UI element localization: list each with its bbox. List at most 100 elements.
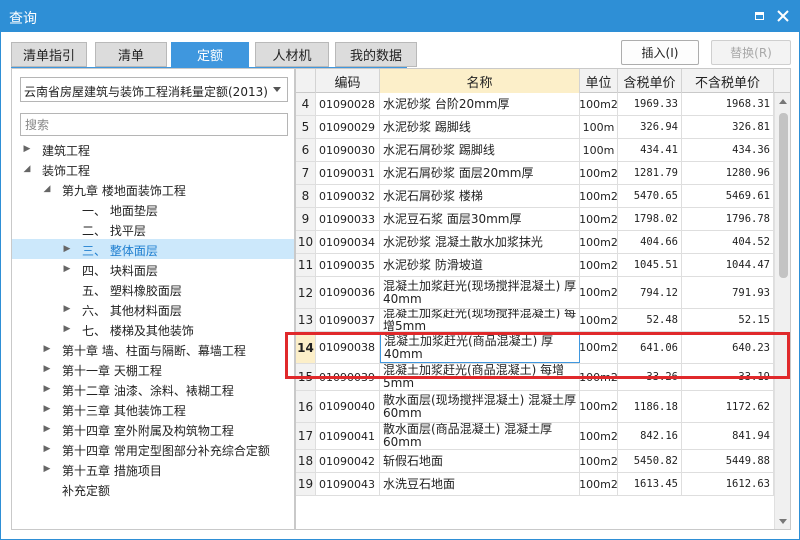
tree-node[interactable]: ▶ 第十二章 油漆、涂料、裱糊工程 xyxy=(12,379,294,399)
replace-button[interactable]: 替换(R) xyxy=(711,40,791,65)
row-index-cell[interactable]: 12 xyxy=(296,277,316,308)
code-cell[interactable]: 01090042 xyxy=(316,450,380,472)
code-header[interactable]: 编码 xyxy=(316,69,380,93)
row-index-cell[interactable]: 13 xyxy=(296,309,316,331)
code-cell[interactable]: 01090032 xyxy=(316,185,380,207)
price-notax-cell[interactable]: 791.93 xyxy=(682,277,774,308)
tree-node[interactable]: ▶ 六、 其他材料面层 xyxy=(12,299,294,319)
tree-node[interactable]: ▶ 四、 块料面层 xyxy=(12,259,294,279)
name-cell[interactable]: 混凝土加浆赶光(现场搅拌混凝土) 每增5mm xyxy=(380,309,580,331)
name-cell[interactable]: 水泥砂浆 台阶20mm厚 xyxy=(380,93,580,115)
name-cell[interactable]: 水泥砂浆 混凝土散水加浆抹光 xyxy=(380,231,580,253)
scroll-down-icon[interactable] xyxy=(779,519,787,524)
name-cell[interactable]: 水洗豆石地面 xyxy=(380,473,580,495)
price-tax-cell[interactable]: 641.06 xyxy=(618,332,682,363)
code-cell[interactable]: 01090028 xyxy=(316,93,380,115)
row-index-cell[interactable]: 11 xyxy=(296,254,316,276)
search-input[interactable] xyxy=(20,113,288,136)
tree-node[interactable]: ▶ 建筑工程 xyxy=(12,139,294,159)
price-notax-cell[interactable]: 5449.88 xyxy=(682,450,774,472)
code-cell[interactable]: 01090034 xyxy=(316,231,380,253)
unit-cell[interactable]: 100m2 xyxy=(580,423,618,449)
insert-button[interactable]: 插入(I) xyxy=(621,40,699,65)
unit-cell[interactable]: 100m2 xyxy=(580,332,618,363)
table-row[interactable]: 19 01090043 水洗豆石地面 100m2 1613.45 1612.63 xyxy=(296,473,774,496)
code-cell[interactable]: 01090038 xyxy=(316,332,380,363)
row-index-header[interactable] xyxy=(296,69,316,93)
name-cell[interactable]: 混凝土加浆赶光(商品混凝土) 厚40mm xyxy=(380,332,580,363)
tree-node[interactable]: ▶ 第十五章 措施项目 xyxy=(12,459,294,479)
table-row[interactable]: 17 01090041 散水面层(商品混凝土) 混凝土厚60mm 100m2 842.1… xyxy=(296,423,774,450)
tree-node[interactable]: ▶ 第十四章 常用定型图部分补充综合定额 xyxy=(12,439,294,459)
tab-list[interactable]: 清单 xyxy=(95,42,167,67)
code-cell[interactable]: 01090037 xyxy=(316,309,380,331)
price-tax-cell[interactable]: 404.66 xyxy=(618,231,682,253)
unit-cell[interactable]: 100m2 xyxy=(580,185,618,207)
price-notax-cell[interactable]: 326.81 xyxy=(682,116,774,138)
collapsed-arrow-icon[interactable]: ▶ xyxy=(42,424,52,434)
table-row[interactable]: 8 01090032 水泥石屑砂浆 楼梯 100m2 5470.65 5469.61 xyxy=(296,185,774,208)
price-tax-cell[interactable]: 434.41 xyxy=(618,139,682,161)
expanded-arrow-icon[interactable]: ◢ xyxy=(42,184,52,194)
tree-node[interactable]: 一、 地面垫层 xyxy=(12,199,294,219)
row-index-cell[interactable]: 17 xyxy=(296,423,316,449)
tab-labor-material[interactable]: 人材机 xyxy=(255,42,329,67)
table-row[interactable]: 6 01090030 水泥石屑砂浆 踢脚线 100m 434.41 434.36 xyxy=(296,139,774,162)
name-cell[interactable]: 散水面层(商品混凝土) 混凝土厚60mm xyxy=(380,423,580,449)
row-index-cell[interactable]: 6 xyxy=(296,139,316,161)
price-notax-cell[interactable]: 1796.78 xyxy=(682,208,774,230)
price-tax-header[interactable]: 含税单价 xyxy=(618,69,682,93)
unit-cell[interactable]: 100m2 xyxy=(580,93,618,115)
tree-node[interactable]: ◢ 第九章 楼地面装饰工程 xyxy=(12,179,294,199)
unit-cell[interactable]: 100m2 xyxy=(580,231,618,253)
price-notax-cell[interactable]: 33.19 xyxy=(682,364,774,390)
table-row[interactable]: 14 01090038 混凝土加浆赶光(商品混凝土) 厚40mm 100m2 641.0… xyxy=(296,332,774,364)
price-notax-cell[interactable]: 434.36 xyxy=(682,139,774,161)
name-cell[interactable]: 水泥豆石浆 面层30mm厚 xyxy=(380,208,580,230)
table-row[interactable]: 7 01090031 水泥石屑砂浆 面层20mm厚 100m2 1281.79 1280.… xyxy=(296,162,774,185)
tree-node[interactable]: ▶ 第十四章 室外附属及构筑物工程 xyxy=(12,419,294,439)
unit-cell[interactable]: 100m2 xyxy=(580,391,618,422)
code-cell[interactable]: 01090029 xyxy=(316,116,380,138)
name-cell[interactable]: 混凝土加浆赶光(商品混凝土) 每增5mm xyxy=(380,364,580,390)
row-index-cell[interactable]: 4 xyxy=(296,93,316,115)
tree-node[interactable]: ▶ 第十章 墙、柱面与隔断、幕墙工程 xyxy=(12,339,294,359)
code-cell[interactable]: 01090040 xyxy=(316,391,380,422)
unit-cell[interactable]: 100m2 xyxy=(580,277,618,308)
price-tax-cell[interactable]: 1186.18 xyxy=(618,391,682,422)
collapsed-arrow-icon[interactable]: ▶ xyxy=(62,264,72,274)
row-index-cell[interactable]: 16 xyxy=(296,391,316,422)
tree-node[interactable]: ▶ 三、 整体面层 xyxy=(12,239,294,259)
unit-cell[interactable]: 100m2 xyxy=(580,162,618,184)
price-tax-cell[interactable]: 1045.51 xyxy=(618,254,682,276)
table-row[interactable]: 9 01090033 水泥豆石浆 面层30mm厚 100m2 1798.02 1796.7… xyxy=(296,208,774,231)
code-cell[interactable]: 01090035 xyxy=(316,254,380,276)
tree-node[interactable]: 二、 找平层 xyxy=(12,219,294,239)
price-tax-cell[interactable]: 5470.65 xyxy=(618,185,682,207)
unit-cell[interactable]: 100m2 xyxy=(580,309,618,331)
tree-node[interactable]: ▶ 第十一章 天棚工程 xyxy=(12,359,294,379)
code-cell[interactable]: 01090033 xyxy=(316,208,380,230)
collapsed-arrow-icon[interactable]: ▶ xyxy=(42,464,52,474)
tree-node[interactable]: 五、 塑料橡胶面层 xyxy=(12,279,294,299)
expanded-arrow-icon[interactable]: ◢ xyxy=(22,164,32,174)
vertical-scrollbar[interactable] xyxy=(774,93,790,529)
code-cell[interactable]: 01090030 xyxy=(316,139,380,161)
row-index-cell[interactable]: 18 xyxy=(296,450,316,472)
code-cell[interactable]: 01090043 xyxy=(316,473,380,495)
name-cell[interactable]: 水泥砂浆 防滑坡道 xyxy=(380,254,580,276)
price-tax-cell[interactable]: 1281.79 xyxy=(618,162,682,184)
unit-cell[interactable]: 100m2 xyxy=(580,473,618,495)
unit-cell[interactable]: 100m2 xyxy=(580,254,618,276)
quota-library-select[interactable]: 云南省房屋建筑与装饰工程消耗量定额(2013) xyxy=(20,77,288,102)
collapsed-arrow-icon[interactable]: ▶ xyxy=(62,324,72,334)
name-header[interactable]: 名称 xyxy=(380,69,580,93)
tree-node[interactable]: ▶ 七、 楼梯及其他装饰 xyxy=(12,319,294,339)
row-index-cell[interactable]: 7 xyxy=(296,162,316,184)
tab-quota[interactable]: 定额 xyxy=(171,42,249,67)
name-cell[interactable]: 水泥石屑砂浆 楼梯 xyxy=(380,185,580,207)
price-tax-cell[interactable]: 842.16 xyxy=(618,423,682,449)
scrollbar-thumb[interactable] xyxy=(779,113,788,278)
price-notax-cell[interactable]: 1172.62 xyxy=(682,391,774,422)
price-notax-cell[interactable]: 5469.61 xyxy=(682,185,774,207)
